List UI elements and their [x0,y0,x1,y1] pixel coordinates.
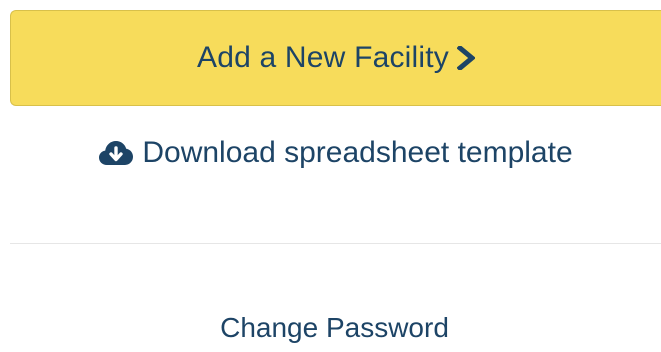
chevron-right-icon [457,46,476,70]
account-actions-panel: Add a New Facility Download spreadsheet … [0,0,661,352]
download-template-link[interactable]: Download spreadsheet template [0,136,661,170]
add-facility-button[interactable]: Add a New Facility [10,10,661,106]
change-password-link[interactable]: Change Password [0,312,661,344]
section-divider [10,243,661,244]
add-facility-label: Add a New Facility [196,41,450,74]
cloud-download-icon [98,139,134,167]
download-template-label: Download spreadsheet template [142,136,573,169]
